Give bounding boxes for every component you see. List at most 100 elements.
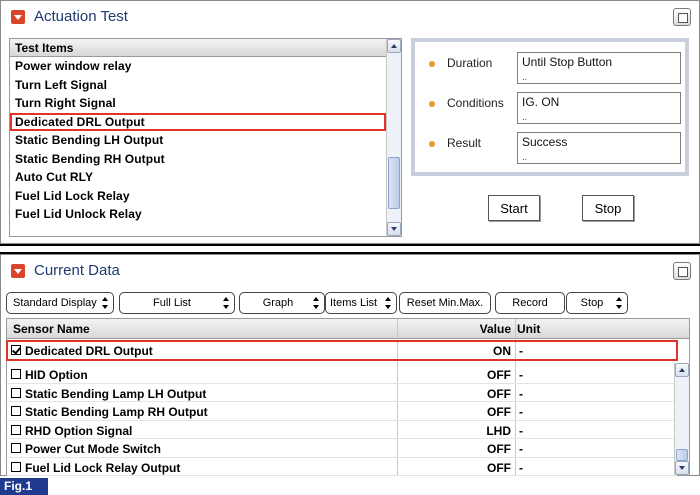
sensor-unit: -	[519, 423, 523, 438]
graph-select-label: Graph	[262, 297, 294, 309]
sensor-name: Power Cut Mode Switch	[25, 442, 162, 456]
test-item[interactable]: Static Bending RH Output	[10, 150, 386, 169]
sensor-name-header: Sensor Name	[13, 322, 90, 336]
stop-select[interactable]: Stop	[566, 292, 628, 314]
bullet-icon	[429, 61, 435, 67]
sensor-value: LHD	[486, 423, 511, 438]
sensor-data-table: Sensor Name Value Unit Dedicated DRL Out…	[6, 318, 690, 476]
record-button[interactable]: Record	[495, 292, 565, 314]
current-data-title: Current Data	[34, 262, 120, 279]
stop-select-label: Stop	[580, 297, 604, 309]
sensor-unit: -	[519, 368, 523, 382]
updown-icon	[616, 297, 623, 309]
table-row-selected[interactable]: Dedicated DRL Output ON -	[6, 340, 678, 361]
maximize-icon[interactable]	[673, 8, 691, 26]
updown-icon	[385, 297, 392, 309]
row-checkbox[interactable]	[11, 369, 21, 379]
bullet-icon	[429, 101, 435, 107]
table-row[interactable]: Power Cut Mode Switch OFF -	[7, 439, 677, 458]
reset-min-max-button[interactable]: Reset Min.Max.	[399, 292, 491, 314]
duration-value: Until Stop Button	[517, 52, 681, 84]
row-checkbox[interactable]	[11, 406, 21, 416]
sensor-name: HID Option	[25, 368, 88, 382]
conditions-label: Conditions	[447, 96, 504, 110]
bullet-icon	[429, 141, 435, 147]
duration-label: Duration	[447, 56, 493, 70]
test-item[interactable]: Fuel Lid Lock Relay	[10, 187, 386, 206]
sensor-value: OFF	[487, 460, 511, 475]
stop-button[interactable]: Stop	[582, 195, 634, 221]
sensor-value: OFF	[487, 368, 511, 382]
test-info-box: Duration Until Stop Button Conditions IG…	[411, 38, 689, 176]
table-header: Sensor Name Value Unit	[7, 319, 689, 339]
scroll-up-icon[interactable]	[387, 39, 401, 53]
updown-icon	[223, 297, 230, 309]
test-items-list: Test Items Power window relay Turn Left …	[9, 38, 402, 237]
table-row[interactable]: Static Bending Lamp LH Output OFF -	[7, 384, 677, 402]
test-item[interactable]: Turn Right Signal	[10, 94, 386, 113]
actuation-test-panel: Actuation Test Test Items Power window r…	[0, 0, 700, 244]
items-list-select[interactable]: Items List	[325, 292, 397, 314]
sensor-value: OFF	[487, 442, 511, 456]
sensor-name: Static Bending Lamp RH Output	[25, 405, 208, 419]
row-checkbox[interactable]	[11, 387, 21, 398]
list-select-label: Full List	[153, 297, 191, 309]
sensor-unit: -	[519, 460, 523, 475]
unit-header: Unit	[517, 322, 541, 336]
sensor-name: Fuel Lid Lock Relay Output	[25, 460, 181, 475]
actuation-test-header: Actuation Test	[1, 1, 699, 31]
graph-select[interactable]: Graph	[239, 292, 325, 314]
start-button[interactable]: Start	[488, 195, 540, 221]
sensor-value: ON	[493, 344, 511, 358]
sensor-value: OFF	[487, 386, 511, 401]
test-item[interactable]: Auto Cut RLY	[10, 168, 386, 187]
value-header: Value	[479, 322, 511, 336]
row-checkbox[interactable]	[11, 345, 21, 355]
result-value: Success	[517, 132, 681, 164]
scroll-thumb[interactable]	[388, 157, 400, 209]
row-checkbox[interactable]	[11, 461, 21, 472]
sensor-unit: -	[519, 442, 523, 456]
scroll-thumb[interactable]	[676, 449, 688, 461]
display-select-label: Standard Display	[13, 297, 97, 309]
sensor-name: Dedicated DRL Output	[25, 344, 153, 358]
row-checkbox[interactable]	[11, 424, 21, 435]
test-item-selected[interactable]: Dedicated DRL Output	[10, 112, 386, 131]
table-row[interactable]: RHD Option Signal LHD -	[7, 421, 677, 439]
sensor-name: Static Bending Lamp LH Output	[25, 386, 207, 401]
updown-icon	[313, 297, 320, 309]
collapse-icon[interactable]	[11, 264, 25, 278]
test-items-body: Power window relay Turn Left Signal Turn…	[10, 57, 386, 224]
current-data-header: Current Data	[1, 255, 699, 285]
table-row[interactable]: Static Bending Lamp RH Output OFF -	[7, 402, 677, 421]
result-label: Result	[447, 136, 482, 150]
test-item[interactable]: Static Bending LH Output	[10, 131, 386, 150]
scroll-down-icon[interactable]	[675, 461, 689, 475]
sensor-unit: -	[519, 386, 523, 401]
sensor-unit: -	[519, 405, 523, 419]
sensor-unit: -	[519, 344, 523, 358]
sensor-table-scrollbar[interactable]	[674, 363, 689, 475]
list-select[interactable]: Full List	[119, 292, 235, 314]
table-row[interactable]: HID Option OFF -	[7, 365, 677, 384]
collapse-icon[interactable]	[11, 10, 25, 24]
figure-label: Fig.1	[0, 478, 48, 495]
current-data-toolbar: Standard Display Full List Graph Items L…	[6, 292, 646, 314]
display-select[interactable]: Standard Display	[6, 292, 114, 314]
test-item[interactable]: Turn Left Signal	[10, 76, 386, 95]
scroll-down-icon[interactable]	[387, 222, 401, 236]
actuation-test-title: Actuation Test	[34, 8, 128, 25]
maximize-icon[interactable]	[673, 262, 691, 280]
panel-divider	[0, 244, 700, 254]
conditions-value: IG. ON	[517, 92, 681, 124]
test-item[interactable]: Fuel Lid Unlock Relay	[10, 205, 386, 224]
sensor-value: OFF	[487, 405, 511, 419]
sensor-name: RHD Option Signal	[25, 423, 133, 438]
test-item[interactable]: Power window relay	[10, 57, 386, 76]
scroll-up-icon[interactable]	[675, 363, 689, 377]
updown-icon	[102, 297, 109, 309]
table-row[interactable]: Fuel Lid Lock Relay Output OFF -	[7, 458, 677, 476]
row-checkbox[interactable]	[11, 443, 21, 453]
test-list-scrollbar[interactable]	[386, 39, 401, 236]
items-list-label: Items List	[330, 297, 378, 309]
